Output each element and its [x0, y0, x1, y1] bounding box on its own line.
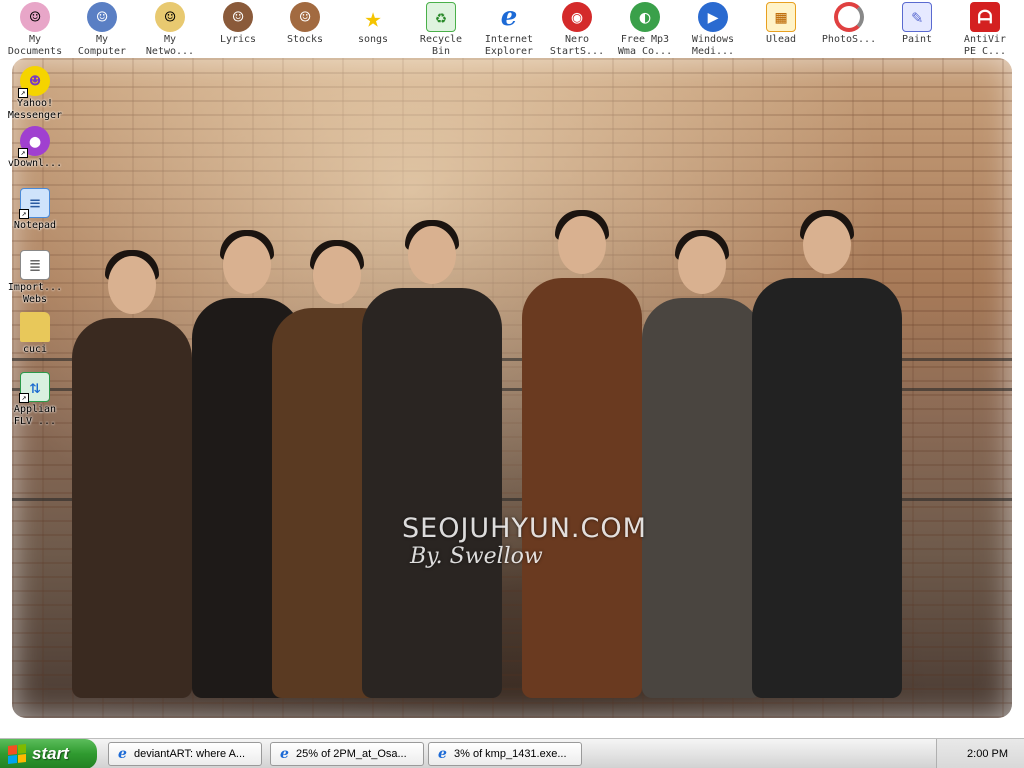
desktop-icon-my-network[interactable]: ☺ My Netwo... — [135, 2, 205, 58]
desktop-icon-label: Free Mp3 Wma Co... — [617, 34, 673, 57]
desktop-icon-label: Import... Webs — [7, 282, 63, 305]
desktop-icon-recycle-bin[interactable]: ♻ Recycle Bin — [406, 2, 476, 58]
desktop-icon-label: vDownl... — [7, 158, 63, 169]
document-icon: ≣ — [20, 250, 50, 280]
system-tray: 2:00 PM — [936, 739, 1024, 768]
internet-explorer-icon: e — [500, 2, 518, 32]
avatar-boy-icon: ☺ — [87, 2, 117, 32]
desktop-icon-imported-webs[interactable]: ≣ Import... Webs — [0, 250, 70, 306]
avatar-girl-icon: ☺ — [20, 2, 50, 32]
wallpaper-watermark: SEOJUHYUN.COM By. Swellow — [402, 513, 647, 569]
desktop-icon-label: My Netwo... — [145, 34, 195, 57]
desktop-icon-stocks[interactable]: ☺ Stocks — [270, 2, 340, 46]
taskbar-task-label: 25% of 2PM_at_Osa... — [296, 748, 407, 760]
desktop-icon-label: Paint — [901, 34, 933, 45]
desktop-icon-label: My Computer — [77, 34, 127, 57]
desktop-icon-label: Internet Explorer — [484, 34, 534, 57]
desktop-icon-paint[interactable]: ✎ Paint — [882, 2, 952, 46]
desktop-icon-label: Stocks — [286, 34, 324, 45]
yahoo-messenger-icon: ☻ ↗ — [18, 66, 50, 98]
desktop-icon-songs[interactable]: ★ songs — [338, 0, 408, 46]
desktop-icon-my-documents[interactable]: ☺ My Documents — [0, 2, 70, 58]
windows-media-player-icon: ▶ — [698, 2, 728, 32]
nero-icon: ◉ — [562, 2, 592, 32]
taskbar-task-deviantart[interactable]: e deviantART: where A... — [108, 742, 262, 766]
taskbar-task-download-2pm[interactable]: e 25% of 2PM_at_Osa... — [270, 742, 424, 766]
watermark-author: By. Swellow — [410, 544, 543, 569]
start-button[interactable]: start — [0, 739, 97, 768]
desktop-icon-label: cuci — [22, 344, 48, 355]
taskbar-task-label: 3% of kmp_1431.exe... — [454, 748, 567, 760]
desktop-icon-photoscape[interactable]: PhotoS... — [814, 2, 884, 46]
folder-icon — [20, 312, 50, 342]
desktop-icon-windows-media-player[interactable]: ▶ Windows Medi... — [678, 2, 748, 58]
desktop-icon-label: Nero StartS... — [549, 34, 605, 57]
paint-icon: ✎ — [902, 2, 932, 32]
vdownloader-icon: ● ↗ — [18, 126, 50, 158]
desktop-icon-lyrics[interactable]: ☺ Lyrics — [203, 2, 273, 46]
antivir-icon: ᗩ — [970, 2, 1000, 32]
wallpaper-person — [522, 210, 642, 698]
internet-explorer-icon: e — [118, 745, 127, 762]
applian-flv-icon: ⇅ ↗ — [19, 372, 50, 403]
desktop-icon-label: Notepad — [13, 220, 57, 231]
windows-logo-icon — [8, 744, 26, 764]
notepad-icon: ≡ ↗ — [19, 188, 50, 219]
desktop-icon-label: Yahoo! Messenger — [7, 98, 63, 121]
desktop-icon-label: Windows Medi... — [691, 34, 735, 57]
desktop-icon-my-computer[interactable]: ☺ My Computer — [67, 2, 137, 58]
desktop-icon-label: My Documents — [7, 34, 63, 57]
wallpaper-person — [642, 230, 762, 698]
desktop-icon-notepad[interactable]: ≡ ↗ Notepad — [0, 188, 70, 232]
recycle-bin-icon: ♻ — [426, 2, 456, 32]
avatar-cap-icon: ☺ — [223, 2, 253, 32]
start-label: start — [32, 744, 69, 763]
clock[interactable]: 2:00 PM — [967, 748, 1008, 760]
mp3-converter-icon: ◐ — [630, 2, 660, 32]
desktop-icon-antivir[interactable]: ᗩ AntiVir PE C... — [950, 2, 1020, 58]
ulead-icon: ▦ — [766, 2, 796, 32]
star-icon: ★ — [364, 0, 382, 34]
avatar-brown-hair-icon: ☺ — [290, 2, 320, 32]
photoscape-icon — [834, 2, 864, 32]
desktop-wallpaper: SEOJUHYUN.COM By. Swellow — [12, 58, 1012, 718]
taskbar-task-download-kmp[interactable]: e 3% of kmp_1431.exe... — [428, 742, 582, 766]
desktop-icon-label: AntiVir PE C... — [963, 34, 1007, 57]
desktop-icon-ulead[interactable]: ▦ Ulead — [746, 2, 816, 46]
desktop-icon-label: Applian FLV ... — [13, 404, 57, 427]
wallpaper-person — [72, 250, 192, 698]
avatar-blonde-icon: ☺ — [155, 2, 185, 32]
desktop-icon-internet-explorer[interactable]: e Internet Explorer — [474, 2, 544, 58]
wallpaper-person — [362, 220, 502, 698]
desktop-icon-label: Ulead — [765, 34, 797, 45]
taskbar: start e deviantART: where A... e 25% of … — [0, 738, 1024, 768]
desktop-icon-label: Recycle Bin — [419, 34, 463, 57]
desktop-icon-folder-cuci[interactable]: cuci — [0, 312, 70, 356]
desktop-icon-vdownloader[interactable]: ● ↗ vDownl... — [0, 126, 70, 170]
watermark-site: SEOJUHYUN.COM — [402, 513, 647, 544]
taskbar-task-label: deviantART: where A... — [134, 748, 246, 760]
desktop-icon-free-mp3-converter[interactable]: ◐ Free Mp3 Wma Co... — [610, 2, 680, 58]
desktop-icon-label: songs — [357, 34, 389, 45]
wallpaper-person — [752, 210, 902, 698]
desktop-icon-nero-startsmart[interactable]: ◉ Nero StartS... — [542, 2, 612, 58]
desktop-icon-applian-flv[interactable]: ⇅ ↗ Applian FLV ... — [0, 372, 70, 428]
desktop-icon-label: Lyrics — [219, 34, 257, 45]
internet-explorer-icon: e — [280, 745, 289, 762]
desktop-icon-yahoo-messenger[interactable]: ☻ ↗ Yahoo! Messenger — [0, 66, 70, 122]
desktop-icon-label: PhotoS... — [821, 34, 877, 45]
internet-explorer-icon: e — [438, 745, 447, 762]
